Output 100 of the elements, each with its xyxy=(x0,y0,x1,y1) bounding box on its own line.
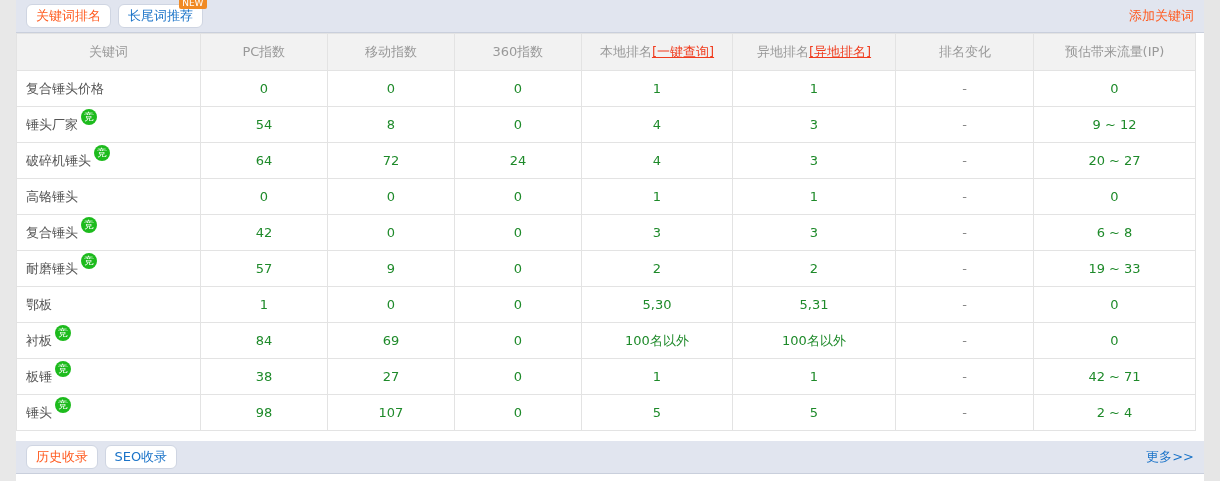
table-cell: - xyxy=(895,214,1034,251)
column-header: 排名变化 xyxy=(895,33,1034,71)
table-cell: 1 xyxy=(200,286,328,323)
table-cell: 3 xyxy=(732,106,896,143)
table-cell: 9 xyxy=(327,250,455,287)
table-cell: 4 xyxy=(581,106,733,143)
table-cell: 19 ~ 33 xyxy=(1033,250,1196,287)
column-header: 移动指数 xyxy=(327,33,455,71)
more-link[interactable]: 添加关键词 xyxy=(1129,6,1194,26)
tab[interactable]: 历史收录 xyxy=(26,445,98,469)
table-cell: - xyxy=(895,286,1034,323)
keyword-text: 衬板 xyxy=(26,332,52,348)
table-cell: 5 xyxy=(732,394,896,431)
table-cell: 0 xyxy=(454,286,582,323)
table-cell: - xyxy=(895,322,1034,359)
table-cell: 20 ~ 27 xyxy=(1033,142,1196,179)
table-cell: - xyxy=(895,178,1034,215)
table-cell: 1 xyxy=(581,70,733,107)
column-header: PC指数 xyxy=(200,33,328,71)
table-cell: 0 xyxy=(454,70,582,107)
table-cell: 64 xyxy=(200,142,328,179)
table-cell: 54 xyxy=(200,106,328,143)
table-cell: 1 xyxy=(581,358,733,395)
table-cell: 6 ~ 8 xyxy=(1033,214,1196,251)
table-cell: 1 xyxy=(732,358,896,395)
table-cell: 27 xyxy=(327,358,455,395)
table-cell: 0 xyxy=(1033,322,1196,359)
table-cell: 38 xyxy=(200,358,328,395)
table-cell: 4 xyxy=(581,142,733,179)
table-cell: 5,30 xyxy=(581,286,733,323)
table-cell: 3 xyxy=(581,214,733,251)
table-cell: - xyxy=(895,250,1034,287)
bid-badge: 竞 xyxy=(55,396,71,413)
table-cell: 100名以外 xyxy=(732,322,896,359)
table-cell: 1 xyxy=(732,178,896,215)
table-cell: 3 xyxy=(732,142,896,179)
table-cell: 0 xyxy=(327,178,455,215)
bid-badge: 竞 xyxy=(94,144,110,161)
table-cell: 0 xyxy=(1033,286,1196,323)
table-cell: 2 xyxy=(581,250,733,287)
table-cell: 0 xyxy=(327,286,455,323)
keyword-text: 板锤 xyxy=(26,368,52,384)
keyword-cell: 鄂板 xyxy=(16,286,201,323)
table-cell: 0 xyxy=(454,250,582,287)
keyword-text: 锤头 xyxy=(26,404,52,420)
keyword-cell: 复合锤头价格 xyxy=(16,70,201,107)
table-cell: 84 xyxy=(200,322,328,359)
table-cell: 0 xyxy=(454,394,582,431)
tab[interactable]: SEO收录 xyxy=(104,445,178,469)
table-cell: 57 xyxy=(200,250,328,287)
table-cell: 0 xyxy=(1033,178,1196,215)
table-cell: 0 xyxy=(454,178,582,215)
table-cell: 2 xyxy=(732,250,896,287)
tab[interactable]: 关键词排名 xyxy=(26,4,111,28)
table-cell: 3 xyxy=(732,214,896,251)
keyword-text: 复合锤头 xyxy=(26,224,78,240)
query-link[interactable]: [异地排名] xyxy=(808,44,872,60)
header-label: 异地排名 xyxy=(756,44,809,60)
table-cell: 5,31 xyxy=(732,286,896,323)
table-cell: - xyxy=(895,394,1034,431)
column-header: 关键词 xyxy=(16,33,201,71)
table-cell: 24 xyxy=(454,142,582,179)
new-badge: NEW xyxy=(179,0,207,9)
keyword-text: 破碎机锤头 xyxy=(26,152,91,168)
table-cell: 0 xyxy=(200,178,328,215)
table-cell: 5 xyxy=(581,394,733,431)
table-cell: - xyxy=(895,70,1034,107)
table-cell: 72 xyxy=(327,142,455,179)
column-header: 预估带来流量(IP) xyxy=(1033,33,1196,71)
table-cell: 98 xyxy=(200,394,328,431)
table-cell: 0 xyxy=(1033,70,1196,107)
table-cell: 42 xyxy=(200,214,328,251)
bid-badge: 竞 xyxy=(81,216,97,233)
table-cell: 100名以外 xyxy=(581,322,733,359)
keyword-text: 耐磨锤头 xyxy=(26,260,78,276)
table-cell: 0 xyxy=(454,214,582,251)
table-cell: 0 xyxy=(454,322,582,359)
table-cell: 0 xyxy=(454,358,582,395)
more-link[interactable]: 更多>> xyxy=(1146,447,1194,467)
table-cell: 0 xyxy=(327,214,455,251)
bid-badge: 竞 xyxy=(55,360,71,377)
table-cell: 8 xyxy=(327,106,455,143)
table-cell: 9 ~ 12 xyxy=(1033,106,1196,143)
table-cell: 2 ~ 4 xyxy=(1033,394,1196,431)
keyword-cell: 高铬锤头 xyxy=(16,178,201,215)
table-cell: - xyxy=(895,106,1034,143)
table-cell: 107 xyxy=(327,394,455,431)
bid-badge: 竞 xyxy=(81,108,97,125)
query-link[interactable]: [一键查询] xyxy=(651,44,715,60)
bid-badge: 竞 xyxy=(81,252,97,269)
keyword-text: 锤头厂家 xyxy=(26,116,78,132)
table-cell: 69 xyxy=(327,322,455,359)
header-label: 本地排名 xyxy=(599,44,652,60)
table-cell: 0 xyxy=(454,106,582,143)
table-cell: 1 xyxy=(732,70,896,107)
table-cell: 0 xyxy=(327,70,455,107)
table-cell: 1 xyxy=(581,178,733,215)
table-cell: - xyxy=(895,358,1034,395)
table-cell: 0 xyxy=(200,70,328,107)
table-cell: - xyxy=(895,142,1034,179)
